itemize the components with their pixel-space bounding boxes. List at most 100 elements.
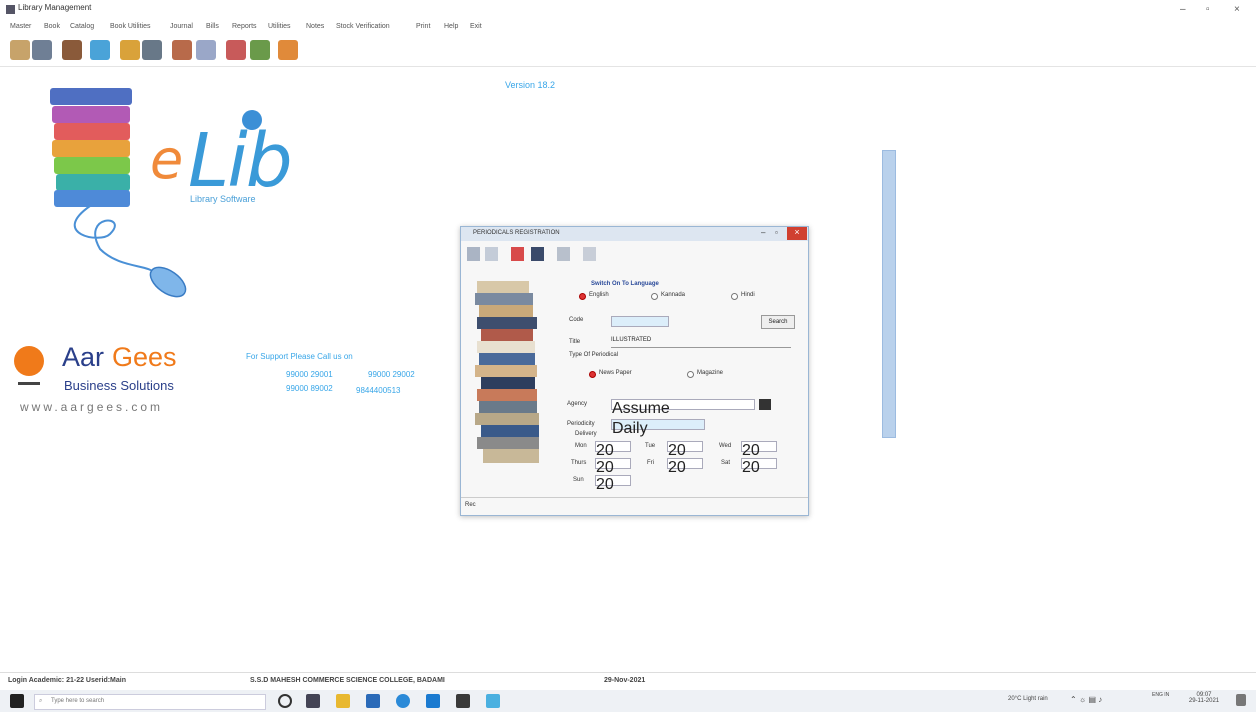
save-icon[interactable] <box>531 247 544 261</box>
close-button[interactable]: × <box>1234 4 1240 15</box>
book-icon[interactable] <box>10 40 30 60</box>
radio-hindi[interactable] <box>731 293 738 300</box>
edit-icon[interactable] <box>485 247 498 261</box>
code-field[interactable] <box>611 316 669 327</box>
toolbar <box>0 36 1256 67</box>
code-label: Code <box>569 317 584 323</box>
print-icon[interactable] <box>557 247 570 261</box>
weather-text[interactable]: 20°C Light rain <box>1008 696 1048 702</box>
menu-master[interactable]: Master <box>10 23 31 30</box>
day-label: Fri <box>647 460 654 466</box>
radio-kannada-label: Kannada <box>661 292 686 298</box>
title-bar: Library Management – ▫ × <box>0 0 1256 20</box>
support-number: 9844400513 <box>356 386 401 395</box>
day-label: Mon <box>575 443 587 449</box>
maximize-button[interactable]: ▫ <box>1206 4 1210 15</box>
radio-magazine[interactable] <box>687 371 694 378</box>
minimize-button[interactable]: – <box>1180 4 1186 15</box>
language-indicator[interactable]: ENG IN <box>1152 692 1174 698</box>
cortana-icon[interactable] <box>278 694 292 708</box>
support-number: 99000 29002 <box>368 370 415 379</box>
start-icon[interactable] <box>10 694 24 708</box>
radio-english[interactable] <box>579 293 586 300</box>
menu-exit[interactable]: Exit <box>470 23 482 30</box>
periodicals-dialog: PERIODICALS REGISTRATION – ▫ × Switch On… <box>460 226 809 516</box>
menu-print[interactable]: Print <box>416 23 430 30</box>
radio-news-paper[interactable] <box>589 371 596 378</box>
exit-icon[interactable] <box>278 40 298 60</box>
app-taskbar-icon[interactable] <box>456 694 470 708</box>
exit-icon[interactable] <box>583 247 596 261</box>
radio-english-label: English <box>589 292 609 298</box>
notification-icon[interactable] <box>1236 694 1246 706</box>
menu-bar: Master Book Catalog Book Utilities Journ… <box>0 20 1256 34</box>
window-title: Library Management <box>18 3 92 12</box>
delivery-heading: Delivery <box>575 431 597 437</box>
task-view-icon[interactable] <box>306 694 320 708</box>
agency-select[interactable]: Assume <box>611 399 755 417</box>
version-label: Version 18.2 <box>505 80 556 90</box>
sun-field[interactable]: 20 <box>595 475 631 493</box>
clock[interactable]: 09:07 29-11-2021 <box>1184 692 1224 704</box>
tray-icons[interactable]: ⌃ ☼ ▤ ♪ <box>1070 695 1102 704</box>
menu-bills[interactable]: Bills <box>206 23 219 30</box>
day-field[interactable]: 20 <box>595 441 631 459</box>
store-icon[interactable] <box>366 694 380 708</box>
dialog-title-bar: PERIODICALS REGISTRATION – ▫ × <box>461 227 808 241</box>
library-app-taskbar-icon[interactable] <box>486 694 500 708</box>
elib-tagline: Library Software <box>190 194 256 204</box>
camera-icon[interactable] <box>142 40 162 60</box>
menu-help[interactable]: Help <box>444 23 458 30</box>
day-field[interactable]: 20 <box>741 441 777 459</box>
title-field[interactable]: ILLUSTRATED <box>611 337 791 348</box>
search-button[interactable]: Search <box>761 315 795 329</box>
support-heading: For Support Please Call us on <box>246 352 353 361</box>
day-field[interactable]: 20 <box>667 458 703 476</box>
return-icon[interactable] <box>196 40 216 60</box>
report-icon[interactable] <box>250 40 270 60</box>
sun-label: Sun <box>573 477 584 483</box>
mail-icon[interactable] <box>426 694 440 708</box>
menu-notes[interactable]: Notes <box>306 23 324 30</box>
menu-catalog[interactable]: Catalog <box>70 23 94 30</box>
title-label: Title <box>569 339 581 345</box>
member-icon[interactable] <box>62 40 82 60</box>
monitor-icon[interactable] <box>32 40 52 60</box>
heart-icon[interactable] <box>226 40 246 60</box>
day-field[interactable]: 20 <box>667 441 703 459</box>
edge-icon[interactable] <box>396 694 410 708</box>
book-stack-image <box>475 281 539 463</box>
dialog-minimize-button[interactable]: – <box>761 228 765 237</box>
file-explorer-icon[interactable] <box>336 694 350 708</box>
dialog-maximize-button[interactable]: ▫ <box>775 228 778 237</box>
company-name-first: Aar <box>62 342 105 372</box>
dialog-close-button[interactable]: × <box>787 227 807 240</box>
day-field[interactable]: 20 <box>741 458 777 476</box>
radio-kannada[interactable] <box>651 293 658 300</box>
issue-icon[interactable] <box>172 40 192 60</box>
pen-icon[interactable] <box>90 40 110 60</box>
menu-reports[interactable]: Reports <box>232 23 257 30</box>
day-field[interactable]: 20 <box>595 458 631 476</box>
person-icon[interactable] <box>120 40 140 60</box>
menu-journal[interactable]: Journal <box>170 23 193 30</box>
delete-icon[interactable] <box>511 247 524 261</box>
side-scrollbar[interactable] <box>882 150 896 438</box>
login-status: Login Academic: 21-22 Userid:Main <box>8 677 126 684</box>
dialog-title: PERIODICALS REGISTRATION <box>473 230 560 236</box>
radio-hindi-label: Hindi <box>741 292 755 298</box>
support-number: 99000 89002 <box>286 384 333 393</box>
college-name: S.S.D MAHESH COMMERCE SCIENCE COLLEGE, B… <box>250 677 445 684</box>
elib-name: Lib <box>188 118 293 204</box>
menu-utilities[interactable]: Utilities <box>268 23 291 30</box>
menu-stock-verification[interactable]: Stock Verification <box>336 23 390 30</box>
menu-book-utilities[interactable]: Book Utilities <box>110 23 150 30</box>
new-icon[interactable] <box>467 247 480 261</box>
periodicity-select[interactable]: Daily <box>611 419 705 437</box>
taskbar-search-placeholder: Type here to search <box>51 698 105 704</box>
radio-magazine-label: Magazine <box>697 370 724 376</box>
agency-lookup-icon[interactable] <box>759 399 771 410</box>
taskbar-search[interactable]: ⌕ Type here to search <box>34 694 266 710</box>
menu-book[interactable]: Book <box>44 23 60 30</box>
dialog-status-bar: Rec <box>461 497 808 516</box>
